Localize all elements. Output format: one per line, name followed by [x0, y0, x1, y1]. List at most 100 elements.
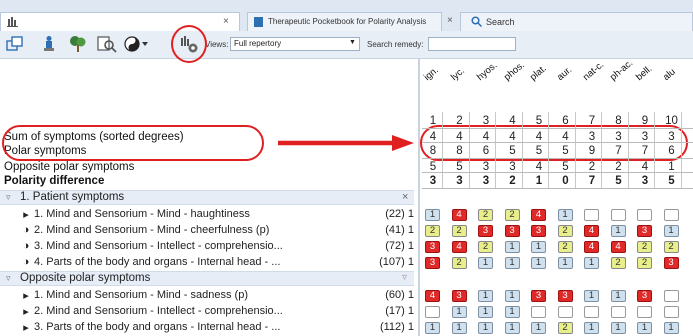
grade-cell[interactable]: 3: [637, 290, 652, 302]
group-header-patient-symptoms[interactable]: ▿ 1. Patient symptoms ×: [0, 190, 414, 205]
list-item[interactable]: ▸ 2. Mind and Sensorium - Intellect - co…: [0, 304, 418, 320]
grade-cell[interactable]: 4: [425, 290, 440, 302]
grade-cell[interactable]: 4: [451, 241, 467, 253]
grade-cell[interactable]: 2: [425, 225, 440, 237]
window-icon[interactable]: [6, 35, 26, 53]
grade-cell[interactable]: 1: [504, 257, 520, 269]
grade-cell[interactable]: 1: [584, 322, 599, 334]
grade-cell[interactable]: 4: [451, 209, 467, 221]
close-icon[interactable]: ×: [402, 191, 408, 203]
grade-cell[interactable]: [610, 209, 626, 221]
grade-cell[interactable]: 2: [478, 209, 493, 221]
grade-cell[interactable]: 1: [531, 322, 546, 334]
grade-cell[interactable]: 1: [504, 306, 520, 318]
panel-divider[interactable]: [418, 58, 420, 336]
grade-cell[interactable]: 1: [531, 257, 546, 269]
polarity-icon[interactable]: [124, 35, 150, 53]
grade-cell[interactable]: 1: [504, 241, 520, 253]
list-item[interactable]: ◑ 2. Mind and Sensorium - Mind - cheerfu…: [0, 223, 418, 239]
grade-cell[interactable]: 1: [451, 322, 467, 334]
remedy-header[interactable]: phos.: [501, 60, 526, 83]
grade-cell[interactable]: [531, 306, 546, 318]
grade-cell[interactable]: 1: [451, 306, 467, 318]
grade-cell[interactable]: 2: [557, 241, 573, 253]
grade-cell[interactable]: 1: [584, 257, 599, 269]
grade-cell[interactable]: 1: [504, 290, 520, 302]
tab-search[interactable]: Search: [460, 12, 693, 31]
close-icon[interactable]: ×: [223, 16, 229, 27]
grade-cell[interactable]: [610, 306, 626, 318]
grade-cell[interactable]: 3: [504, 225, 520, 237]
grade-cell[interactable]: [637, 306, 652, 318]
grade-cell[interactable]: 2: [557, 225, 573, 237]
grade-cell[interactable]: [584, 209, 599, 221]
grade-cell[interactable]: 1: [610, 290, 626, 302]
grade-cell[interactable]: 3: [531, 225, 546, 237]
grade-cell[interactable]: [637, 209, 652, 221]
remedy-header[interactable]: ign.: [422, 65, 441, 83]
tree-icon[interactable]: [67, 35, 89, 53]
grade-cell[interactable]: 2: [637, 257, 652, 269]
grade-cell[interactable]: 2: [451, 257, 467, 269]
search-remedy-input[interactable]: [428, 37, 516, 51]
grade-cell[interactable]: 4: [584, 241, 599, 253]
grade-cell[interactable]: 1: [478, 290, 493, 302]
tab-repertory[interactable]: ×: [0, 12, 240, 31]
grade-cell[interactable]: 1: [557, 209, 573, 221]
views-select[interactable]: Full repertory ▼: [230, 37, 360, 51]
grade-cell[interactable]: [557, 306, 573, 318]
grade-cell[interactable]: [663, 306, 679, 318]
grade-cell[interactable]: 2: [451, 225, 467, 237]
grade-cell[interactable]: [584, 306, 599, 318]
close-icon[interactable]: ×: [447, 15, 453, 26]
grade-cell[interactable]: 1: [504, 322, 520, 334]
group-header-opposite-polar[interactable]: ▿ Opposite polar symptoms ▿: [0, 271, 414, 286]
list-item[interactable]: ◑ 3. Mind and Sensorium - Intellect - co…: [0, 239, 418, 255]
grade-cell[interactable]: 3: [637, 225, 652, 237]
grade-cell[interactable]: 2: [610, 257, 626, 269]
list-item[interactable]: ▸ 1. Mind and Sensorium - Mind - haughti…: [0, 207, 418, 223]
grade-cell[interactable]: 1: [478, 257, 493, 269]
grade-cell[interactable]: [425, 306, 440, 318]
grade-cell[interactable]: [663, 209, 679, 221]
grade-cell[interactable]: 3: [451, 290, 467, 302]
remedy-header[interactable]: lyc.: [448, 65, 466, 83]
list-item[interactable]: ◑ 4. Parts of the body and organs - Inte…: [0, 255, 418, 271]
grade-cell[interactable]: 3: [557, 290, 573, 302]
remedy-header[interactable]: aur.: [554, 64, 573, 83]
grade-cell[interactable]: 2: [663, 241, 679, 253]
grade-cell[interactable]: 3: [425, 241, 440, 253]
grade-cell[interactable]: 2: [478, 241, 493, 253]
remedy-header[interactable]: ph-ac.: [607, 58, 634, 83]
grade-cell[interactable]: 1: [584, 290, 599, 302]
grade-cell[interactable]: 1: [478, 322, 493, 334]
grade-cell[interactable]: 1: [531, 241, 546, 253]
tab-polarity-analysis[interactable]: Therapeutic Pocketbook for Polarity Anal…: [247, 12, 442, 31]
grade-cell[interactable]: 1: [425, 209, 440, 221]
remedy-header[interactable]: bell.: [634, 63, 654, 83]
grade-cell[interactable]: 4: [610, 241, 626, 253]
remedy-header[interactable]: alu: [660, 66, 677, 83]
remedy-header[interactable]: nat-c.: [581, 59, 606, 83]
grade-cell[interactable]: 1: [637, 322, 652, 334]
grade-cell[interactable]: 1: [610, 225, 626, 237]
person-icon[interactable]: [40, 35, 58, 53]
grade-cell[interactable]: 3: [425, 257, 440, 269]
grade-cell[interactable]: 1: [610, 322, 626, 334]
grade-cell[interactable]: 1: [425, 322, 440, 334]
list-item[interactable]: ▸ 3. Parts of the body and organs - Inte…: [0, 320, 418, 336]
chevron-down-icon[interactable]: ▿: [402, 272, 407, 283]
grade-cell[interactable]: 4: [531, 209, 546, 221]
grade-cell[interactable]: 1: [663, 322, 679, 334]
book-search-icon[interactable]: [96, 35, 118, 53]
list-item[interactable]: ▸ 1. Mind and Sensorium - Mind - sadness…: [0, 288, 418, 304]
grade-cell[interactable]: 3: [478, 225, 493, 237]
grade-cell[interactable]: 3: [663, 257, 679, 269]
grade-cell[interactable]: 3: [531, 290, 546, 302]
remedy-header[interactable]: hyos.: [475, 60, 499, 83]
grade-cell[interactable]: 1: [557, 257, 573, 269]
grade-cell[interactable]: 2: [557, 322, 573, 334]
grade-cell[interactable]: 1: [663, 225, 679, 237]
grade-cell[interactable]: 2: [637, 241, 652, 253]
grade-cell[interactable]: [663, 290, 679, 302]
